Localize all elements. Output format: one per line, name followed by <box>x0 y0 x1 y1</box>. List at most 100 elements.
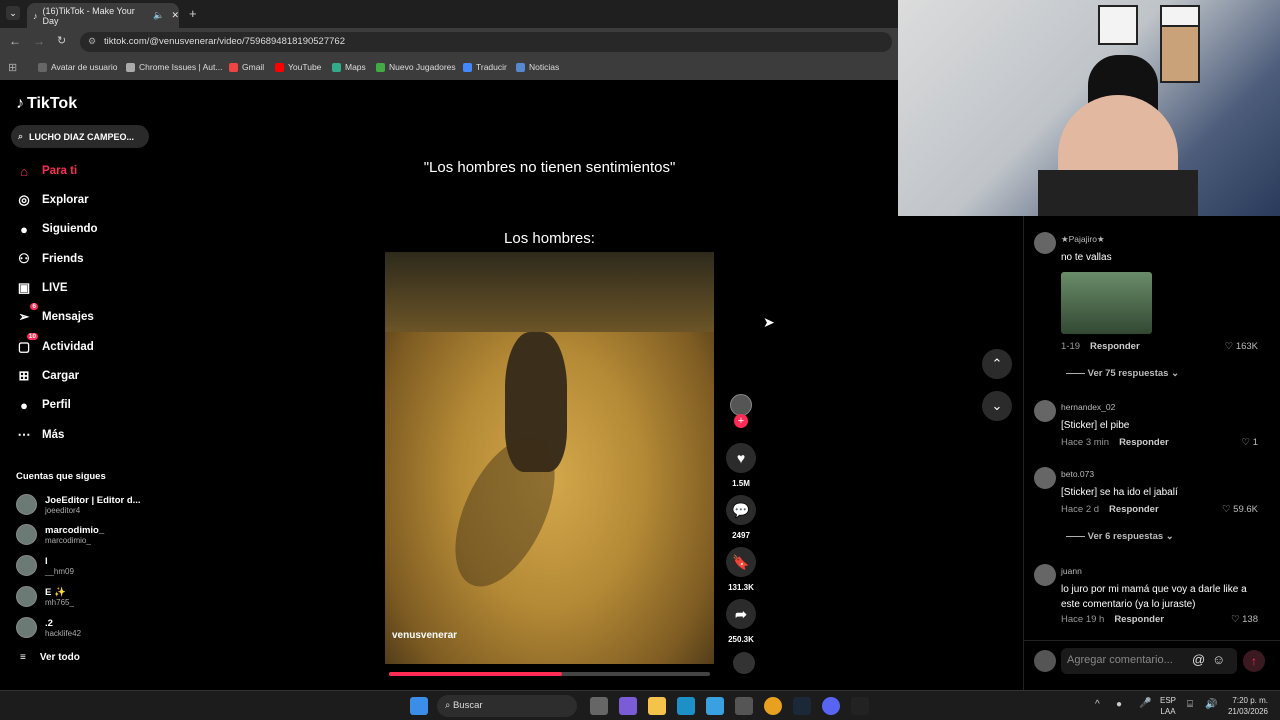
video-progress-bar[interactable] <box>389 672 710 676</box>
like-action[interactable]: ♥ 1.5M <box>725 443 757 488</box>
bookmark-nuevos[interactable]: Nuevo Jugadores <box>376 62 456 72</box>
browser-tab[interactable]: ♪ (16)TikTok - Make Your Day 🔈 ✕ <box>27 3 179 28</box>
more-icon: ⋯ <box>17 427 31 442</box>
comment-text: [Sticker] el pibe <box>1061 420 1130 431</box>
commenter-avatar[interactable] <box>1034 564 1056 586</box>
new-tab-icon[interactable]: + <box>189 6 197 21</box>
reply-button[interactable]: Responder <box>1090 341 1140 352</box>
clock[interactable]: 7:20 p. m. 21/03/2026 <box>1222 695 1268 717</box>
next-video-button[interactable]: ⌄ <box>982 391 1012 421</box>
followed-account[interactable]: E ✨ mh765_ <box>16 586 74 607</box>
followed-account[interactable]: marcodimio_ marcodimio_ <box>16 524 104 545</box>
comment-username[interactable]: hernandex_02 <box>1061 402 1115 412</box>
comment-image[interactable] <box>1061 272 1152 334</box>
nav-item-perfil[interactable]: ● Perfil <box>16 397 71 413</box>
mention-icon[interactable]: @ <box>1192 652 1205 667</box>
bookmark-noticias[interactable]: Noticias <box>516 62 559 72</box>
see-all-link[interactable]: ≡ Ver todo <box>20 652 80 663</box>
bookmark-avatar[interactable]: Avatar de usuario <box>38 62 117 72</box>
view-replies-label: Ver 75 respuestas <box>1087 368 1169 379</box>
save-action[interactable]: 🔖 131.3K <box>725 547 757 592</box>
url-field[interactable]: tiktok.com/@venusvenerar/video/759689481… <box>80 32 892 52</box>
comment-input[interactable]: Agregar comentario... @ ☺ <box>1061 648 1237 674</box>
forward-icon[interactable]: → <box>33 34 45 48</box>
notification-badge: 10 <box>26 333 38 340</box>
reply-button[interactable]: Responder <box>1109 504 1159 515</box>
network-icon[interactable]: ⌸ <box>1187 699 1193 710</box>
bookmark-icon: 🔖 <box>726 547 756 577</box>
followed-account[interactable]: .2 hacklife42 <box>16 617 81 638</box>
post-comment-button[interactable]: ↑ <box>1243 650 1265 672</box>
copilot-icon[interactable] <box>619 697 637 715</box>
sound-disc-icon[interactable] <box>733 652 755 674</box>
tab-menu-icon[interactable]: ⌄ <box>6 6 20 20</box>
followed-account[interactable]: JoeEditor | Editor d... joeeditor4 <box>16 494 141 515</box>
emoji-icon[interactable]: ☺ <box>1212 652 1225 667</box>
tray-chevron-icon[interactable]: ^ <box>1095 699 1100 710</box>
bookmark-traducir[interactable]: Traducir <box>463 62 507 72</box>
comment-like[interactable]: ♡ 1 <box>1242 437 1258 448</box>
nav-item-live[interactable]: ▣ LIVE <box>16 280 68 296</box>
reply-button[interactable]: Responder <box>1114 614 1164 625</box>
discord-icon[interactable] <box>822 697 840 715</box>
windows-start-icon[interactable] <box>410 697 428 715</box>
comment-action[interactable]: 💬 2497 <box>725 495 757 540</box>
taskbar-search[interactable]: ⌕ Buscar <box>437 695 577 717</box>
comment-like[interactable]: ♡ 138 <box>1231 614 1258 625</box>
video-player[interactable]: venusvenerar <box>385 252 714 664</box>
nav-item-explorar[interactable]: ◎ Explorar <box>16 192 88 208</box>
close-tab-icon[interactable]: ✕ <box>171 10 179 21</box>
microphone-icon[interactable]: 🎤 <box>1139 698 1151 709</box>
nav-item-friends[interactable]: ⚇ Friends <box>16 251 83 267</box>
followed-account[interactable]: l __hm09 <box>16 555 74 576</box>
nav-item-para-ti[interactable]: ⌂ Para ti <box>16 163 77 179</box>
epic-games-icon[interactable] <box>851 697 869 715</box>
comment-username[interactable]: ★Pajajiro★ <box>1061 234 1105 245</box>
app-icon[interactable] <box>735 697 753 715</box>
view-replies-button[interactable]: —— Ver 6 respuestas ⌄ <box>1066 531 1174 542</box>
bookmark-chrome-issues[interactable]: Chrome Issues | Aut... <box>126 62 222 72</box>
apps-icon[interactable]: ⊞ <box>8 61 17 74</box>
heart-outline-icon: ♡ <box>1224 341 1234 352</box>
video-caption-top: "Los hombres no tienen sentimientos" <box>423 159 676 176</box>
edge-icon[interactable] <box>677 697 695 715</box>
nav-label: LIVE <box>42 282 68 294</box>
follow-plus-icon[interactable]: + <box>734 414 748 428</box>
author-avatar[interactable] <box>730 394 752 416</box>
nav-item-mensajes[interactable]: ➢ 6 Mensajes <box>16 303 94 325</box>
comment-username[interactable]: beto.073 <box>1061 469 1094 479</box>
reply-button[interactable]: Responder <box>1119 437 1169 448</box>
steam-icon[interactable] <box>793 697 811 715</box>
search-input[interactable]: ⌕ LUCHO DIAZ CAMPEO... <box>11 125 149 148</box>
comment-like[interactable]: ♡ 163K <box>1225 341 1258 352</box>
commenter-avatar[interactable] <box>1034 467 1056 489</box>
previous-video-button[interactable]: ⌃ <box>982 349 1012 379</box>
tray-app-icon[interactable]: ● <box>1116 699 1122 710</box>
nav-item-actividad[interactable]: ▢ 10 Actividad <box>16 333 94 355</box>
volume-icon[interactable]: 🔊 <box>1205 699 1217 710</box>
reload-icon[interactable]: ↻ <box>57 34 66 47</box>
comment-like[interactable]: ♡ 59.6K <box>1222 504 1258 515</box>
site-info-icon[interactable]: ⚙ <box>88 36 96 47</box>
bookmark-youtube[interactable]: YouTube <box>275 62 321 72</box>
tiktok-favicon-icon: ♪ <box>33 10 38 21</box>
video-author[interactable]: venusvenerar <box>392 630 457 641</box>
task-view-icon[interactable] <box>590 697 608 715</box>
back-icon[interactable]: ← <box>9 34 21 48</box>
commenter-avatar[interactable] <box>1034 232 1056 254</box>
chrome-icon[interactable] <box>764 697 782 715</box>
share-action[interactable]: ➦ 250.3K <box>725 599 757 644</box>
bookmark-gmail[interactable]: Gmail <box>229 62 264 72</box>
nav-item-siguiendo[interactable]: ● Siguiendo <box>16 221 98 237</box>
commenter-avatar[interactable] <box>1034 400 1056 422</box>
file-explorer-icon[interactable] <box>648 697 666 715</box>
store-icon[interactable] <box>706 697 724 715</box>
nav-item-más[interactable]: ⋯ Más <box>16 427 65 443</box>
bookmark-maps[interactable]: Maps <box>332 62 366 72</box>
nav-item-cargar[interactable]: ⊞ Cargar <box>16 368 80 384</box>
language-indicator[interactable]: ESP LAA <box>1160 695 1176 717</box>
comment-username[interactable]: juann <box>1061 566 1082 576</box>
video-progress-fill <box>389 672 563 676</box>
tiktok-logo[interactable]: ♪ TikTok <box>16 95 77 113</box>
view-replies-button[interactable]: —— Ver 75 respuestas ⌄ <box>1066 368 1179 379</box>
